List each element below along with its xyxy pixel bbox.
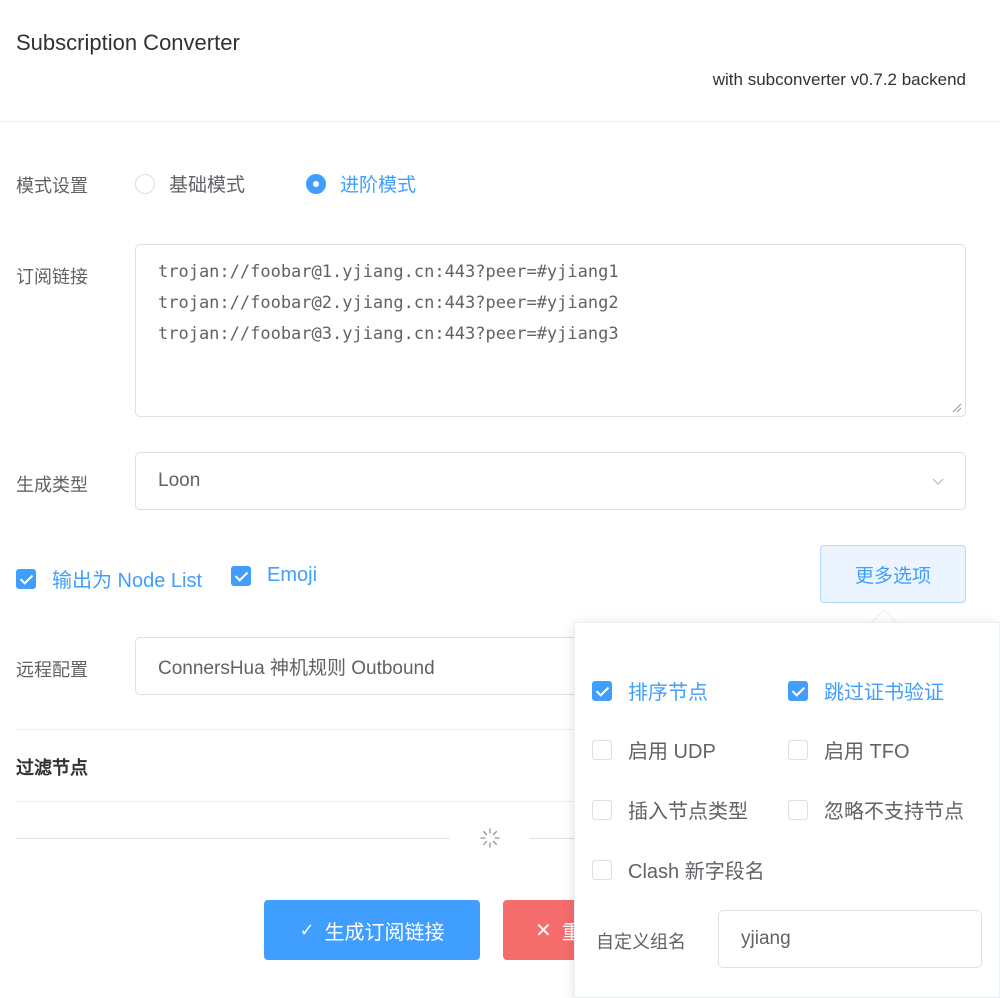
checkbox-ignore-unsupported-label: 忽略不支持节点 (824, 801, 964, 823)
target-label: 生成类型 (16, 475, 88, 495)
divider-line (16, 838, 450, 839)
checkbox-udp[interactable]: 启用 UDP (592, 735, 716, 764)
target-select-value: Loon (158, 470, 201, 491)
checkbox-sort-nodes-box (592, 680, 612, 701)
checkbox-emoji[interactable]: Emoji (231, 564, 317, 587)
checkbox-skip-cert-box (788, 680, 808, 701)
checkbox-tfo-label: 启用 TFO (824, 741, 910, 763)
generate-link-button[interactable]: ✓ 生成订阅链接 (264, 900, 480, 960)
divider (16, 729, 576, 730)
checkbox-sort-nodes[interactable]: 排序节点 (592, 676, 708, 705)
subscription-line: trojan://foobar@1.yjiang.cn:443?peer=#yj… (158, 262, 619, 282)
checkbox-tfo-box (788, 739, 808, 760)
checkbox-clash-new-fields[interactable]: Clash 新字段名 (592, 855, 765, 884)
mode-label: 模式设置 (16, 176, 88, 196)
subscription-textarea[interactable]: trojan://foobar@1.yjiang.cn:443?peer=#yj… (135, 244, 966, 417)
target-select[interactable]: Loon (135, 452, 966, 510)
subscription-line: trojan://foobar@3.yjiang.cn:443?peer=#yj… (158, 324, 619, 344)
chevron-down-icon (932, 478, 944, 486)
group-name-label: 自定义组名 (596, 932, 686, 952)
divider (16, 801, 576, 802)
page-header: Subscription Converter with subconverter… (0, 0, 1000, 122)
filter-nodes-title[interactable]: 过滤节点 (16, 754, 88, 780)
checkbox-insert-node-type-box (592, 799, 612, 820)
checkbox-clash-new-fields-label: Clash 新字段名 (628, 861, 765, 883)
checkbox-emoji-box (231, 565, 251, 586)
more-options-button[interactable]: 更多选项 (820, 545, 966, 603)
checkbox-node-list[interactable]: 输出为 Node List (16, 564, 202, 593)
checkbox-node-list-box (16, 568, 36, 589)
checkbox-emoji-label: Emoji (267, 564, 318, 586)
radio-basic-circle (135, 173, 155, 194)
checkbox-insert-node-type[interactable]: 插入节点类型 (592, 795, 748, 824)
radio-advanced-mode[interactable]: 进阶模式 (306, 170, 416, 197)
radio-basic-mode[interactable]: 基础模式 (135, 170, 245, 197)
checkbox-insert-node-type-label: 插入节点类型 (628, 801, 748, 823)
divider-line (530, 838, 576, 839)
app-subtitle: with subconverter v0.7.2 backend (712, 70, 966, 89)
close-icon: ✕ (535, 919, 552, 942)
resize-handle-icon[interactable] (952, 403, 962, 413)
remote-config-label: 远程配置 (16, 660, 88, 680)
checkbox-skip-cert[interactable]: 跳过证书验证 (788, 676, 944, 705)
check-icon: ✓ (299, 919, 315, 940)
subscription-line: trojan://foobar@2.yjiang.cn:443?peer=#yj… (158, 293, 619, 313)
checkbox-udp-label: 启用 UDP (628, 741, 716, 763)
checkbox-clash-new-fields-box (592, 859, 612, 880)
generate-link-label: 生成订阅链接 (324, 921, 445, 944)
loading-icon (480, 828, 500, 848)
checkbox-ignore-unsupported-box (788, 799, 808, 820)
checkbox-udp-box (592, 739, 612, 760)
group-name-input[interactable]: yjiang (718, 910, 982, 968)
app-title: Subscription Converter (16, 30, 240, 55)
radio-advanced-circle (306, 173, 326, 194)
subscription-label: 订阅链接 (16, 267, 88, 287)
checkbox-skip-cert-label: 跳过证书验证 (824, 682, 944, 704)
checkbox-tfo[interactable]: 启用 TFO (788, 735, 910, 764)
checkbox-node-list-label: 输出为 Node List (52, 570, 203, 592)
checkbox-ignore-unsupported[interactable]: 忽略不支持节点 (788, 795, 964, 824)
checkbox-sort-nodes-label: 排序节点 (628, 682, 708, 704)
radio-basic-label: 基础模式 (169, 175, 246, 196)
remote-config-value: ConnersHua 神机规则 Outbound (158, 657, 435, 679)
radio-advanced-label: 进阶模式 (340, 175, 417, 196)
